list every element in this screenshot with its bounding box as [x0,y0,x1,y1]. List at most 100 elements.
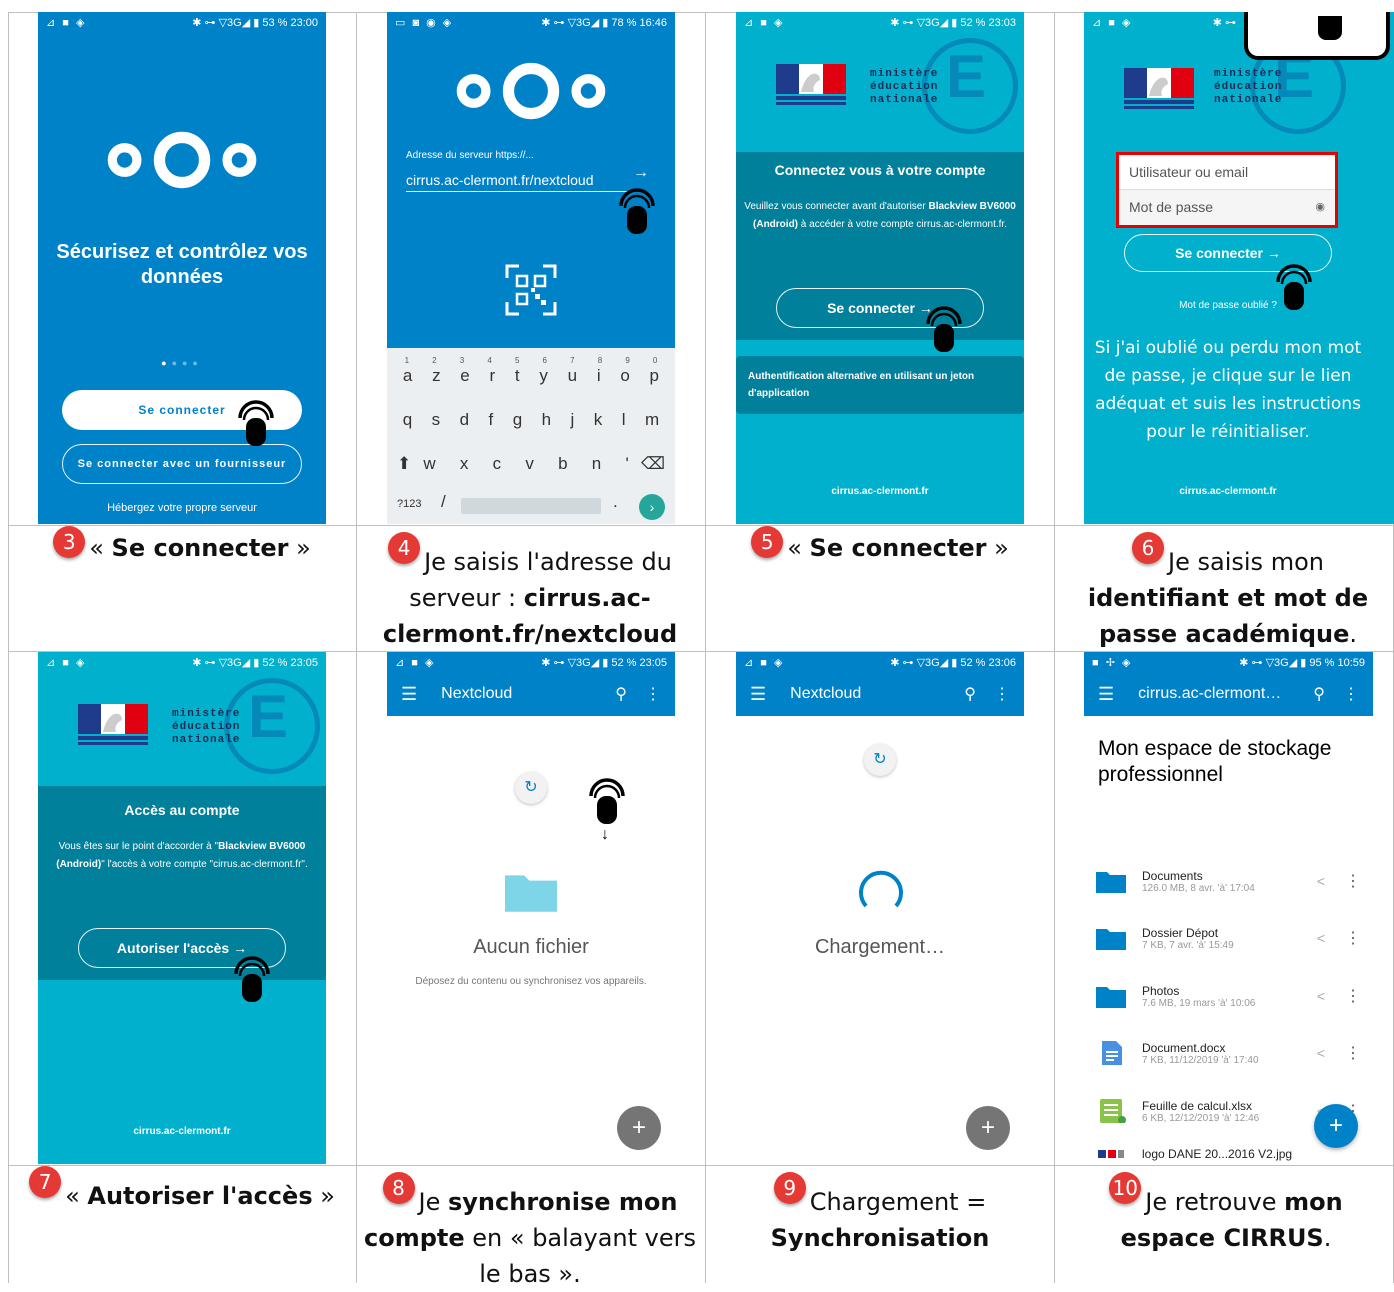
keyboard[interactable]: 1 2 3 4 5 6 7 8 9 0 aze rtyuio p qsdfghjklm ⬆ w x c v b n… [387,348,675,524]
key[interactable]: z [432,366,441,386]
caption-step-4: 4 Je saisis l'adresse du serveur : cirrus… [360,532,700,652]
server-address-input[interactable]: cirrus.ac-clermont.fr/nextcloud [406,172,628,192]
key[interactable]: c [493,454,502,474]
search-icon[interactable]: ⚲ [1313,684,1325,704]
search-icon[interactable]: ⚲ [615,684,627,704]
more-icon[interactable]: ⋮ [645,684,661,704]
file-row-documents[interactable]: Documents 126.0 MB, 8 avr. 'à' 17:04 < ⋮ [1096,856,1361,906]
credentials-box: Utilisateur ou email Mot de passe ◉ [1116,152,1338,228]
key[interactable]: g [513,410,522,430]
key-number-hint[interactable]: 9 [625,356,629,365]
key[interactable]: b [558,454,567,474]
key[interactable]: v [525,454,534,474]
username-input[interactable]: Utilisateur ou email [1119,155,1335,190]
key[interactable]: t [515,366,520,386]
add-button[interactable]: + [966,1106,1010,1150]
more-icon[interactable]: ⋮ [994,684,1010,704]
page-dots[interactable]: ●●●● [38,358,326,368]
key[interactable]: j [571,410,575,430]
key[interactable]: h [542,410,551,430]
key[interactable]: r [490,366,496,386]
key[interactable]: l [622,410,626,430]
key[interactable]: f [489,410,494,430]
key[interactable]: e [460,366,469,386]
shift-key[interactable]: ⬆ [397,454,411,474]
space-key[interactable] [461,498,601,514]
key[interactable]: u [568,366,577,386]
file-row-logo[interactable]: logo DANE 20...2016 V2.jpg [1096,1142,1361,1164]
app-token-link[interactable]: Authentification alternative en utilisan… [736,356,1024,414]
key-number-hint[interactable]: 6 [543,356,547,365]
file-row-document-docx[interactable]: Document.docx 7 KB, 11/12/2019 'à' 17:40 … [1096,1028,1361,1078]
key-number-hint[interactable]: 1 [405,356,409,365]
key[interactable]: q [403,410,412,430]
key-number-hint[interactable]: 7 [570,356,574,365]
app-title: Nextcloud [790,685,862,702]
key[interactable]: k [594,410,603,430]
file-row-photos[interactable]: Photos 7.6 MB, 19 mars 'à' 10:06 < ⋮ [1096,971,1361,1021]
status-bar: ▭ ◙ ◉ ◈ ✱ ⊶ ▽3G◢ ▮ 78 % 16:46 [395,16,667,29]
keyboard-row-1[interactable]: aze rtyuio p [387,366,675,386]
keyboard-row-3[interactable]: ⬆ w x c v b n ' ⌫ [387,454,675,474]
key-number-hint[interactable]: 0 [653,356,657,365]
document-icon [1102,1041,1122,1065]
password-input[interactable]: Mot de passe ◉ [1119,190,1335,225]
share-icon[interactable]: < [1317,988,1325,1004]
keyboard-numbers-row: 1 2 3 4 5 6 7 8 9 0 [387,356,675,365]
key[interactable]: s [432,410,441,430]
key-number-hint[interactable]: 5 [515,356,519,365]
add-button[interactable]: + [617,1106,661,1150]
empty-hint: Déposez du contenu ou synchronisez vos a… [415,976,647,987]
key[interactable]: a [403,366,412,386]
key[interactable]: o [620,366,629,386]
forgot-password-link[interactable]: Mot de passe oublié ? [1084,300,1372,311]
key[interactable]: m [645,410,659,430]
connect-provider-button[interactable]: Se connecter avec un fournisseur [62,444,302,484]
key[interactable]: w [423,454,435,474]
share-icon[interactable]: < [1317,930,1325,946]
menu-icon[interactable]: ☰ [750,684,766,705]
dot-key[interactable]: . [613,492,618,512]
more-icon[interactable]: ⋮ [1343,684,1359,704]
forgot-note: Si j'ai oublié ou perdu mon mot de passe… [1094,338,1362,442]
folder-icon [505,875,557,912]
page-heading: Mon espace de stockage professionnel [1098,737,1332,786]
qr-code-icon[interactable] [505,264,557,316]
symbols-key[interactable]: ?123 [397,498,421,510]
menu-icon[interactable]: ☰ [401,684,417,705]
keyboard-row-2[interactable]: qsdfghjklm [387,410,675,430]
slash-key[interactable]: / [441,492,446,512]
file-row-dossier-depot[interactable]: Dossier Dépot 7 KB, 7 avr. 'à' 15:49 < ⋮ [1096,913,1361,963]
more-icon[interactable]: ⋮ [1345,1043,1361,1063]
menu-icon[interactable]: ☰ [1098,684,1114,705]
key-number-hint[interactable]: 4 [487,356,491,365]
keyboard-row-3-letters[interactable]: w x c v b n ' [411,454,641,474]
status-bar: ⊿ ■ ◈ ✱ ⊶ [1092,16,1236,29]
screen-login-intro: ⊿ ■ ◈ ✱ ⊶ ▽3G◢ ▮ 52 % 23:03 E ministère éd… [736,12,1024,524]
go-key[interactable]: › [639,494,665,520]
host-own-server-link[interactable]: Hébergez votre propre serveur [38,502,326,514]
grid-line [705,12,706,1283]
key[interactable]: y [539,366,548,386]
search-icon[interactable]: ⚲ [964,684,976,704]
refresh-icon: ↻ [515,772,547,804]
more-icon[interactable]: ⋮ [1345,871,1361,891]
share-icon[interactable]: < [1317,873,1325,889]
key-number-hint[interactable]: 3 [460,356,464,365]
step-badge: 8 [382,1172,415,1204]
key[interactable]: n [592,454,601,474]
add-button[interactable]: + [1314,1104,1358,1148]
backspace-key[interactable]: ⌫ [641,454,665,474]
share-icon[interactable]: < [1317,1045,1325,1061]
more-icon[interactable]: ⋮ [1345,986,1361,1006]
key-number-hint[interactable]: 8 [598,356,602,365]
key[interactable]: x [460,454,469,474]
key[interactable]: p [650,366,659,386]
key[interactable]: ' [625,454,628,474]
eye-icon[interactable]: ◉ [1315,200,1325,213]
key[interactable]: d [460,410,469,430]
more-icon[interactable]: ⋮ [1345,928,1361,948]
phone-inset-icon [1244,12,1390,60]
key-number-hint[interactable]: 2 [432,356,436,365]
key[interactable]: i [597,366,601,386]
